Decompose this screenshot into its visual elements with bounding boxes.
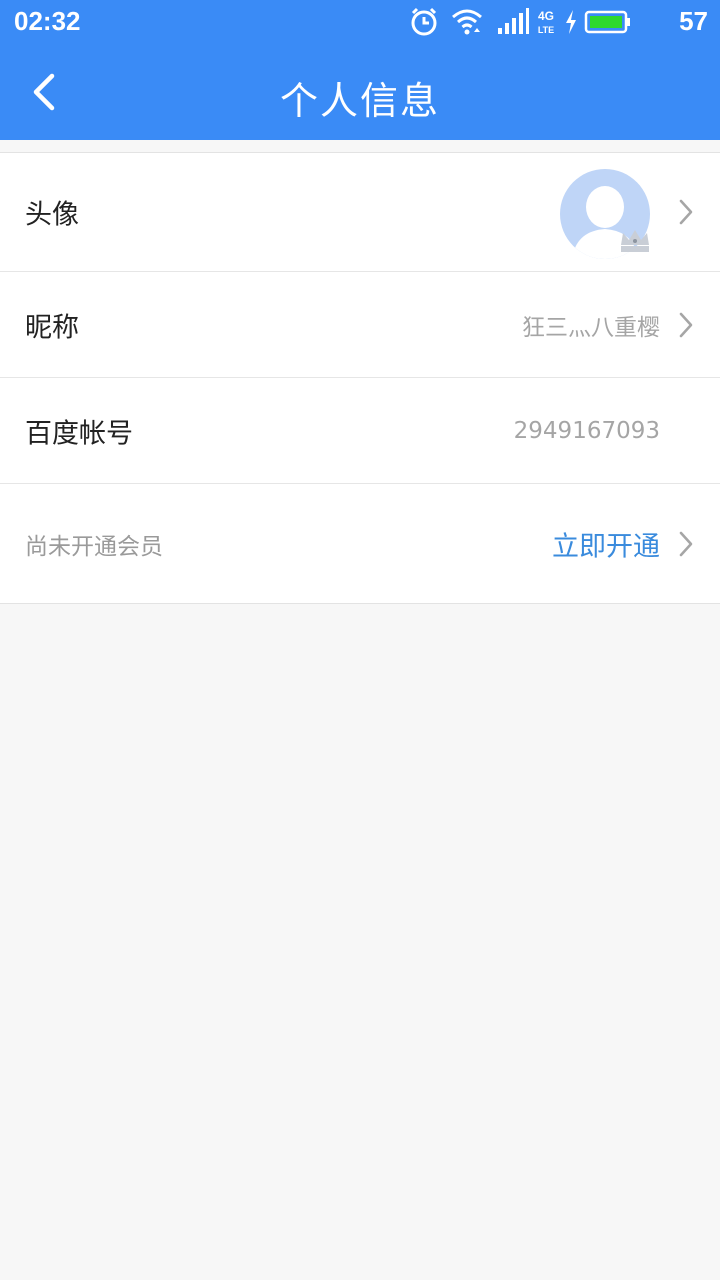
account-row: 百度帐号 2949167093	[0, 378, 720, 484]
wifi-icon	[452, 9, 482, 35]
signal-icon	[498, 8, 529, 34]
chevron-right-icon	[679, 199, 693, 225]
chevron-right-icon	[679, 531, 693, 556]
settings-list: 头像 昵称 狂三灬八重樱 百度帐号 2949167093 尚未开通会员 立即开通	[0, 152, 720, 604]
nickname-value: 狂三灬八重樱	[522, 314, 660, 341]
chevron-right-icon	[679, 312, 693, 337]
status-bar: 02:32 4G LTE 57	[0, 0, 720, 44]
battery-icon	[584, 10, 630, 34]
account-value: 2949167093	[513, 417, 660, 444]
battery-level: 57	[679, 6, 708, 36]
avatar	[560, 169, 650, 259]
page-title: 个人信息	[279, 79, 440, 123]
avatar-row[interactable]: 头像	[0, 153, 720, 272]
status-time: 02:32	[14, 6, 81, 36]
status-icons: 4G LTE 57	[408, 6, 708, 38]
svg-text:4G: 4G	[538, 9, 554, 23]
account-label: 百度帐号	[25, 418, 133, 449]
svg-text:LTE: LTE	[538, 25, 554, 35]
nickname-row[interactable]: 昵称 狂三灬八重樱	[0, 272, 720, 378]
charging-icon	[566, 10, 576, 34]
personal-info-screen: 02:32 4G LTE 57 个人信息 头像 昵称 狂三灬八重樱 百度帐号 2…	[0, 0, 720, 1280]
header-bar: 个人信息	[0, 44, 720, 140]
avatar-label: 头像	[25, 199, 79, 231]
network-4g-icon: 4G LTE	[538, 9, 554, 35]
nickname-label: 昵称	[25, 312, 79, 343]
alarm-icon	[411, 7, 437, 36]
activate-vip-link[interactable]: 立即开通	[552, 524, 660, 563]
vip-status-label: 尚未开通会员	[25, 533, 163, 560]
vip-row[interactable]: 尚未开通会员 立即开通	[0, 484, 720, 603]
